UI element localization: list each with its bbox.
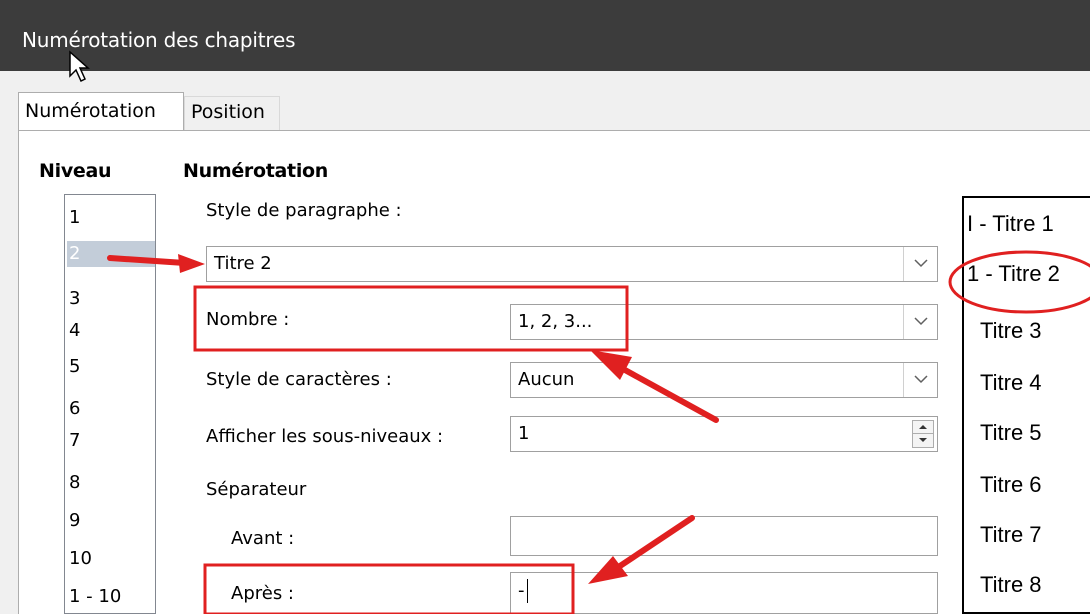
triangle-down-icon [919, 438, 927, 442]
level-item-selected[interactable]: 2 [67, 241, 155, 267]
paragraph-style-dropdown[interactable]: Titre 2 [206, 246, 938, 282]
level-item[interactable]: 1 [67, 205, 155, 231]
level-item[interactable]: 8 [67, 470, 155, 496]
level-item[interactable]: 6 [67, 396, 155, 422]
numbering-heading: Numérotation [183, 160, 329, 182]
preview-item: I - Titre 1 [967, 211, 1054, 236]
level-item[interactable]: 5 [67, 354, 155, 380]
number-dropdown[interactable]: 1, 2, 3... [510, 304, 938, 340]
tab-numerotation[interactable]: Numérotation [18, 92, 184, 132]
char-style-dropdown[interactable]: Aucun [510, 362, 938, 398]
preview-item: Titre 3 [980, 318, 1042, 343]
text-caret [526, 579, 528, 603]
level-item[interactable]: 7 [67, 428, 155, 454]
preview-item: Titre 5 [980, 420, 1042, 445]
spin-up-button[interactable] [913, 421, 933, 434]
after-input[interactable]: - [510, 572, 938, 614]
sublevels-spinbox[interactable]: 1 [510, 416, 938, 452]
dropdown-button[interactable] [903, 363, 937, 397]
level-item[interactable]: 1 - 10 [67, 584, 155, 610]
paragraph-style-label: Style de paragraphe : [206, 200, 402, 221]
spin-down-button[interactable] [913, 434, 933, 447]
tab-position[interactable]: Position [184, 96, 280, 130]
dropdown-button[interactable] [903, 305, 937, 339]
level-item[interactable]: 10 [67, 546, 155, 572]
level-listbox[interactable]: 1 2 3 4 5 6 7 8 9 10 1 - 10 [64, 194, 156, 614]
preview-item: Titre 4 [980, 370, 1042, 395]
chevron-down-icon [914, 259, 928, 268]
numbering-preview: I - Titre 1 1 - Titre 2 Titre 3 Titre 4 … [962, 196, 1090, 614]
preview-item: Titre 6 [980, 472, 1042, 497]
char-style-label: Style de caractères : [206, 369, 392, 390]
spinner[interactable] [912, 420, 934, 448]
chevron-down-icon [914, 317, 928, 326]
dialog-titlebar: Numérotation des chapitres [0, 0, 1090, 71]
number-label: Nombre : [206, 309, 290, 330]
chevron-down-icon [914, 375, 928, 384]
mouse-cursor-icon [69, 50, 90, 83]
level-item[interactable]: 4 [67, 318, 155, 344]
preview-item: Titre 8 [980, 572, 1042, 597]
preview-item: Titre 7 [980, 522, 1042, 547]
level-heading: Niveau [39, 160, 112, 182]
level-item[interactable]: 9 [67, 508, 155, 534]
triangle-up-icon [919, 425, 927, 429]
dialog-title: Numérotation des chapitres [22, 28, 296, 52]
separator-label: Séparateur [206, 479, 307, 500]
dropdown-button[interactable] [903, 247, 937, 281]
after-label: Après : [231, 583, 294, 604]
preview-item: 1 - Titre 2 [967, 261, 1060, 286]
level-item[interactable]: 3 [67, 286, 155, 312]
before-input[interactable] [510, 516, 938, 556]
sublevels-label: Afficher les sous-niveaux : [206, 426, 444, 447]
before-label: Avant : [231, 528, 295, 549]
